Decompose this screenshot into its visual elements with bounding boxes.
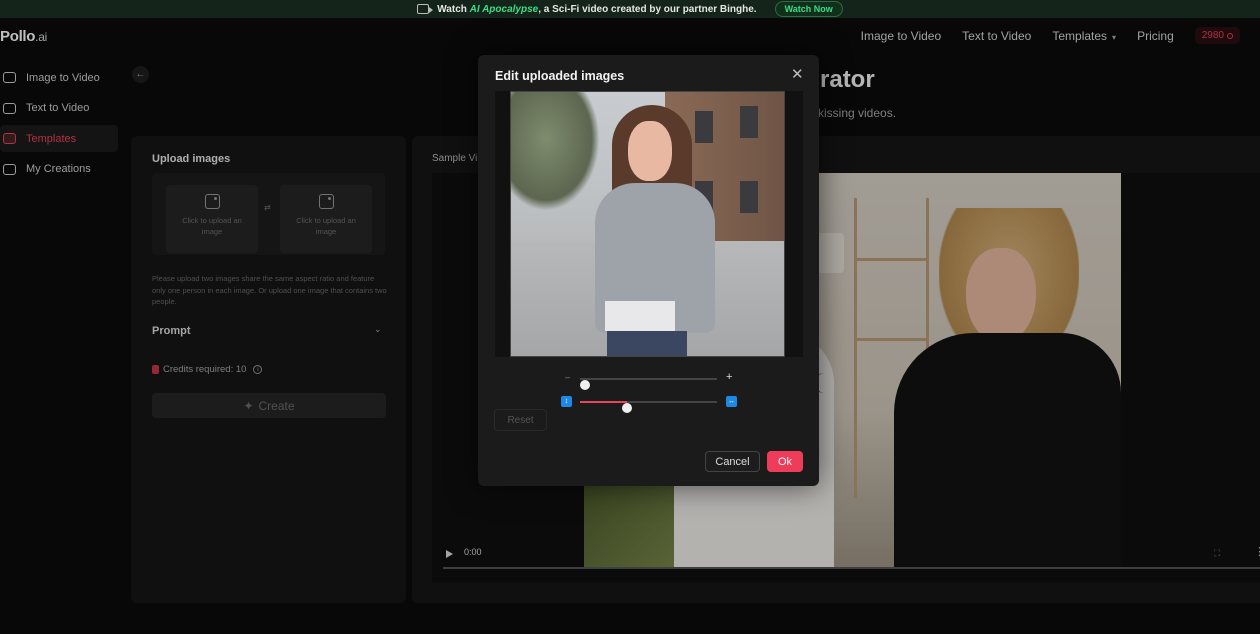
aspect-slider-row: ↕ ↔ — [561, 395, 741, 413]
crop-area[interactable] — [495, 91, 803, 357]
reset-button[interactable]: Reset — [494, 409, 547, 431]
ok-button[interactable]: Ok — [767, 451, 803, 472]
aspect-slider-fill — [580, 401, 627, 403]
vertical-ratio-icon[interactable]: ↕ — [561, 396, 572, 407]
zoom-slider-thumb[interactable] — [580, 380, 590, 390]
video-icon — [417, 4, 434, 14]
crop-box[interactable] — [510, 91, 785, 357]
cancel-button[interactable]: Cancel — [705, 451, 760, 472]
banner-text: Watch AI Apocalypse, a Sci-Fi video crea… — [437, 3, 757, 15]
zoom-out-icon[interactable]: – — [565, 372, 570, 382]
edit-images-dialog: Edit uploaded images ✕ – + ↕ ↔ Reset Can… — [478, 55, 819, 486]
watch-now-button[interactable]: Watch Now — [774, 1, 843, 17]
promo-banner: Watch AI Apocalypse, a Sci-Fi video crea… — [0, 0, 1260, 18]
zoom-in-icon[interactable]: + — [726, 371, 732, 383]
close-icon[interactable]: ✕ — [791, 65, 804, 83]
aspect-slider-thumb[interactable] — [621, 403, 632, 413]
zoom-slider-row: – + — [565, 371, 735, 390]
horizontal-ratio-icon[interactable]: ↔ — [726, 396, 737, 407]
dialog-title: Edit uploaded images — [495, 69, 625, 83]
zoom-slider[interactable] — [580, 378, 717, 390]
banner-highlight: AI Apocalypse — [469, 3, 539, 15]
aspect-slider[interactable] — [580, 401, 717, 413]
